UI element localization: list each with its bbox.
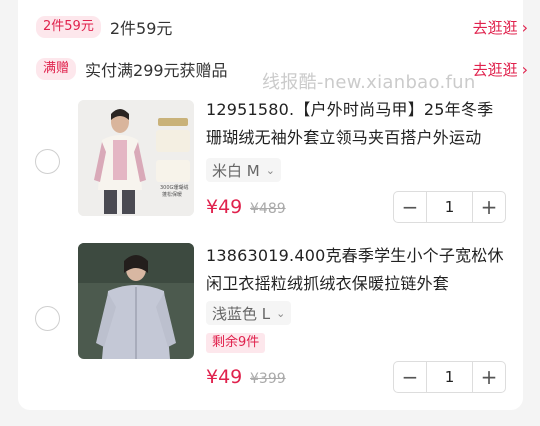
watermark: 线报酷-new.xianbao.fun xyxy=(262,72,476,93)
vest-photo: 300G珊瑚绒 蓬松保暖 xyxy=(78,100,194,216)
product-image-fleece[interactable] xyxy=(78,243,194,359)
spec-label: 浅蓝色 L xyxy=(212,304,271,323)
quantity-value[interactable]: 1 xyxy=(426,192,473,222)
plus-icon[interactable]: + xyxy=(473,362,505,392)
chevron-down-icon: ⌄ xyxy=(265,163,275,177)
promo-go-link[interactable]: 去逛逛 › xyxy=(473,17,528,38)
chevron-right-icon: › xyxy=(521,17,528,37)
original-price: ¥489 xyxy=(250,201,286,217)
product-title[interactable]: 12951580.【户外时尚马甲】25年冬季珊瑚绒无袖外套立领马夹百搭户外运动 xyxy=(206,96,506,152)
promo-go-label: 去逛逛 xyxy=(472,18,518,37)
quantity-stepper: − 1 + xyxy=(393,191,506,223)
chevron-down-icon: ⌄ xyxy=(276,306,286,320)
price: ¥49 xyxy=(206,196,243,218)
original-price: ¥399 xyxy=(250,371,286,387)
promo-text: 实付满299元获赠品 xyxy=(85,61,228,80)
minus-icon[interactable]: − xyxy=(394,362,426,392)
price: ¥49 xyxy=(206,366,243,388)
svg-text:300G珊瑚绒: 300G珊瑚绒 xyxy=(160,184,188,191)
svg-text:蓬松保暖: 蓬松保暖 xyxy=(162,191,182,198)
quantity-stepper: − 1 + xyxy=(393,361,506,393)
minus-icon[interactable]: − xyxy=(394,192,426,222)
promo-text: 2件59元 xyxy=(109,19,173,38)
stock-remaining-badge: 剩余9件 xyxy=(206,333,266,353)
fleece-photo xyxy=(78,243,194,359)
promo-badge: 满赠 xyxy=(36,58,77,80)
spec-label: 米白 M xyxy=(212,161,260,180)
product-title[interactable]: 13863019.400克春季学生小个子宽松休闲卫衣摇粒绒抓绒衣保暖拉链外套 xyxy=(206,242,506,298)
product-image-vest[interactable]: 300G珊瑚绒 蓬松保暖 xyxy=(78,100,194,216)
spec-selector[interactable]: 米白 M ⌄ xyxy=(206,158,281,182)
spec-selector[interactable]: 浅蓝色 L ⌄ xyxy=(206,301,292,325)
promo-go-link[interactable]: 去逛逛 › xyxy=(473,59,528,80)
promo-row-bundle: 2件59元 2件59元 去逛逛 › xyxy=(36,13,528,41)
item-select-radio[interactable] xyxy=(35,149,60,174)
promo-badge: 2件59元 xyxy=(36,16,101,38)
item-select-radio[interactable] xyxy=(35,306,60,331)
quantity-value[interactable]: 1 xyxy=(426,362,473,392)
chevron-right-icon: › xyxy=(521,59,528,79)
promo-go-label: 去逛逛 xyxy=(472,60,518,79)
plus-icon[interactable]: + xyxy=(473,192,505,222)
